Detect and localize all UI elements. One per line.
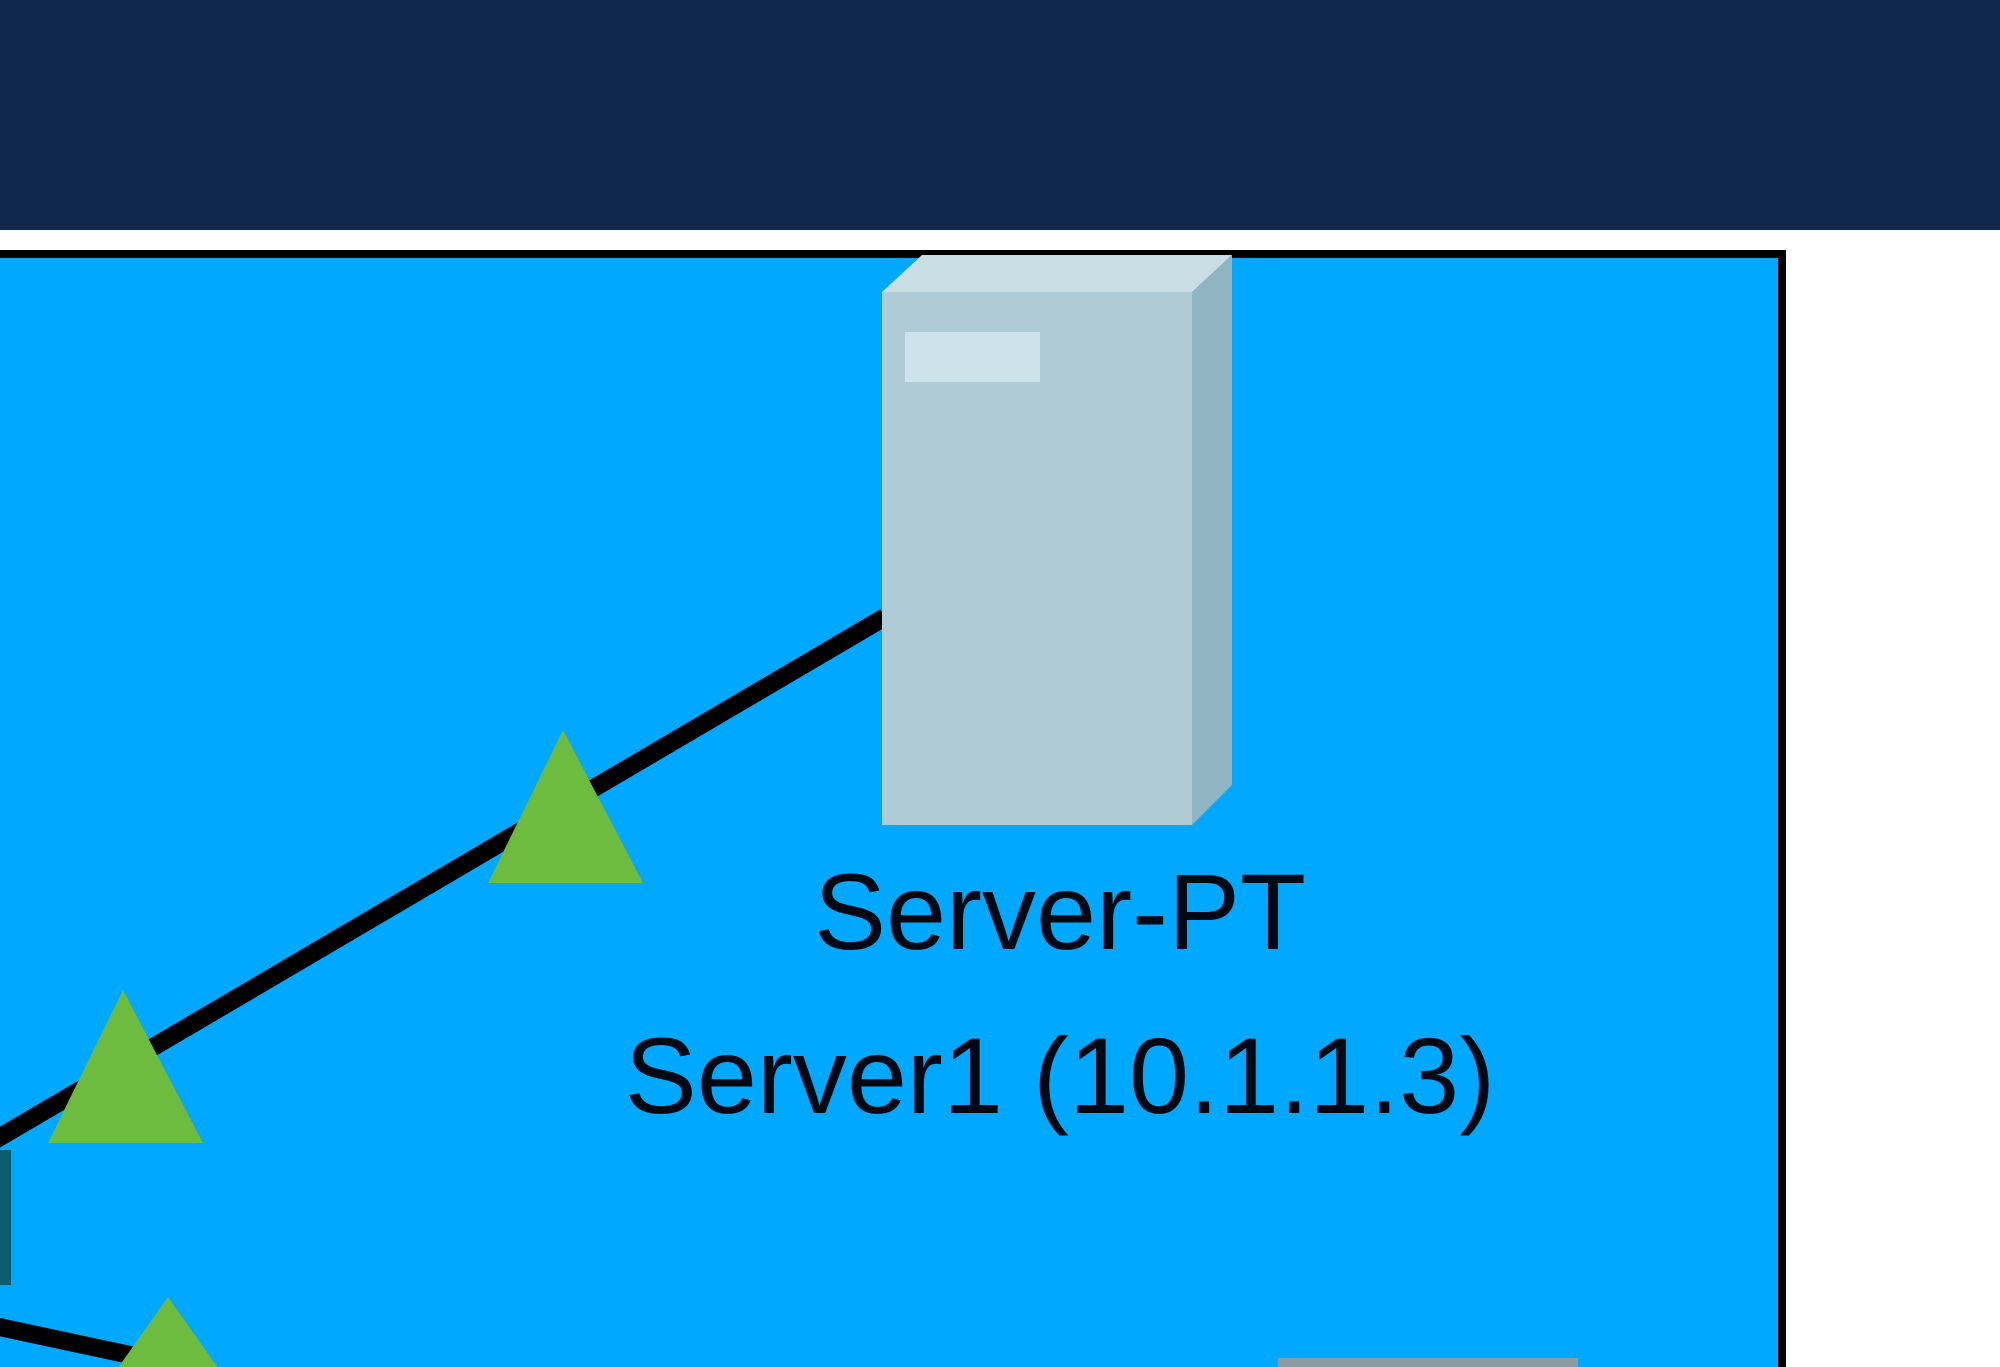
topology-canvas[interactable] — [0, 0, 2000, 1367]
device-edge-bottom[interactable] — [1278, 1358, 1578, 1367]
server-side-face — [1192, 255, 1232, 825]
server-drive-bay — [905, 332, 1040, 382]
server-model-label: Server-PT — [813, 851, 1307, 972]
switch-device-edge[interactable] — [0, 1150, 11, 1285]
server-top-face — [882, 255, 1232, 292]
logical-workspace[interactable]: Server-PT Server1 (10.1.1.3) — [0, 0, 2000, 1367]
server-hostname-label: Server1 (10.1.1.3) — [624, 1015, 1496, 1136]
server-icon[interactable] — [882, 255, 1232, 825]
